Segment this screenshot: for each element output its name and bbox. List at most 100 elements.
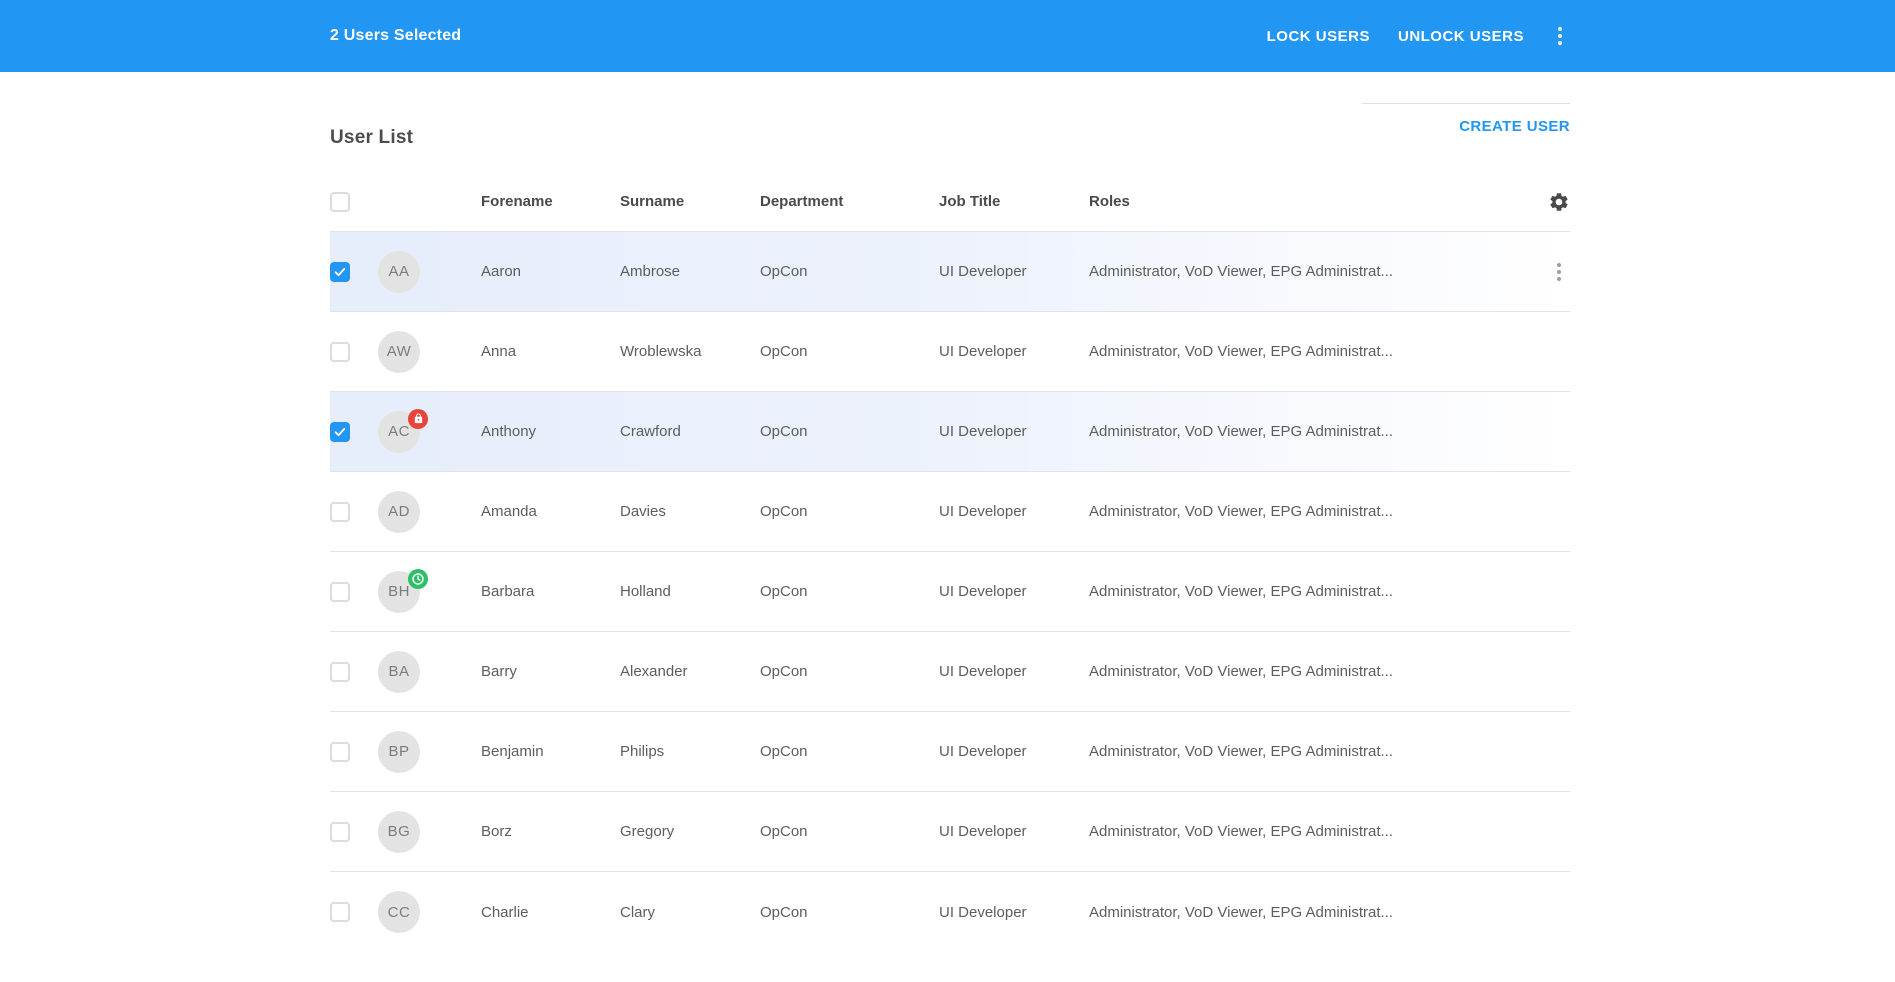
cell-roles: Administrator, VoD Viewer, EPG Administr… — [1089, 743, 1548, 760]
search-input[interactable] — [1362, 78, 1570, 104]
avatar-initials: AA — [388, 263, 409, 280]
row-checkbox[interactable] — [330, 422, 350, 442]
table-row[interactable]: AC Anthony Crawford OpCon UI Developer A… — [330, 392, 1570, 472]
select-all-checkbox[interactable] — [330, 192, 350, 212]
row-checkbox[interactable] — [330, 582, 350, 602]
cell-roles: Administrator, VoD Viewer, EPG Administr… — [1089, 823, 1548, 840]
clock-badge-icon — [408, 569, 428, 589]
cell-department: OpCon — [760, 423, 939, 440]
table-row[interactable]: CC Charlie Clary OpCon UI Developer Admi… — [330, 872, 1570, 952]
cell-surname: Davies — [620, 503, 760, 520]
row-checkbox[interactable] — [330, 262, 350, 282]
avatar-initials: AW — [387, 343, 412, 360]
column-header-forename: Forename — [481, 193, 620, 210]
table-row[interactable]: BH Barbara Holland OpCon UI Developer Ad… — [330, 552, 1570, 632]
avatar: CC — [378, 891, 420, 933]
cell-forename: Amanda — [481, 503, 620, 520]
cell-roles: Administrator, VoD Viewer, EPG Administr… — [1089, 904, 1548, 921]
cell-forename: Borz — [481, 823, 620, 840]
table-row[interactable]: BA Barry Alexander OpCon UI Developer Ad… — [330, 632, 1570, 712]
row-checkbox[interactable] — [330, 902, 350, 922]
cell-job-title: UI Developer — [939, 743, 1089, 760]
column-header-surname: Surname — [620, 193, 760, 210]
row-checkbox[interactable] — [330, 742, 350, 762]
cell-forename: Anna — [481, 343, 620, 360]
user-table: Forename Surname Department Job Title Ro… — [330, 172, 1570, 952]
cell-surname: Holland — [620, 583, 760, 600]
cell-job-title: UI Developer — [939, 583, 1089, 600]
avatar: BG — [378, 811, 420, 853]
locked-badge-icon — [408, 409, 428, 429]
user-table-body: AA Aaron Ambrose OpCon UI Developer Admi… — [330, 232, 1570, 952]
cell-department: OpCon — [760, 823, 939, 840]
cell-roles: Administrator, VoD Viewer, EPG Administr… — [1089, 503, 1548, 520]
cell-department: OpCon — [760, 743, 939, 760]
row-checkbox[interactable] — [330, 822, 350, 842]
column-header-roles: Roles — [1089, 193, 1548, 210]
cell-forename: Barbara — [481, 583, 620, 600]
avatar: BH — [378, 571, 420, 613]
row-actions-icon[interactable] — [1548, 258, 1570, 286]
unlock-users-button[interactable]: UNLOCK USERS — [1398, 20, 1524, 53]
avatar: BP — [378, 731, 420, 773]
avatar-initials: BG — [388, 823, 411, 840]
table-row[interactable]: BP Benjamin Philips OpCon UI Developer A… — [330, 712, 1570, 792]
cell-department: OpCon — [760, 583, 939, 600]
avatar-initials: AC — [388, 423, 410, 440]
table-row[interactable]: AA Aaron Ambrose OpCon UI Developer Admi… — [330, 232, 1570, 312]
gear-icon — [1548, 191, 1570, 213]
avatar-initials: BP — [388, 743, 409, 760]
cell-job-title: UI Developer — [939, 823, 1089, 840]
cell-roles: Administrator, VoD Viewer, EPG Administr… — [1089, 583, 1548, 600]
cell-surname: Alexander — [620, 663, 760, 680]
row-checkbox[interactable] — [330, 662, 350, 682]
avatar: AA — [378, 251, 420, 293]
cell-forename: Anthony — [481, 423, 620, 440]
selection-action-bar: 2 Users Selected LOCK USERS UNLOCK USERS — [0, 0, 1895, 72]
cell-roles: Administrator, VoD Viewer, EPG Administr… — [1089, 263, 1548, 280]
avatar: BA — [378, 651, 420, 693]
avatar-initials: BA — [388, 663, 409, 680]
cell-surname: Ambrose — [620, 263, 760, 280]
cell-job-title: UI Developer — [939, 503, 1089, 520]
table-row[interactable]: AW Anna Wroblewska OpCon UI Developer Ad… — [330, 312, 1570, 392]
cell-roles: Administrator, VoD Viewer, EPG Administr… — [1089, 423, 1548, 440]
cell-roles: Administrator, VoD Viewer, EPG Administr… — [1089, 343, 1548, 360]
lock-users-button[interactable]: LOCK USERS — [1267, 20, 1370, 53]
cell-surname: Clary — [620, 904, 760, 921]
table-settings-button[interactable] — [1548, 191, 1570, 213]
cell-forename: Benjamin — [481, 743, 620, 760]
page-title: User List — [330, 127, 413, 149]
cell-job-title: UI Developer — [939, 423, 1089, 440]
selection-count-label: 2 Users Selected — [330, 27, 461, 45]
cell-job-title: UI Developer — [939, 904, 1089, 921]
more-actions-icon[interactable] — [1550, 22, 1570, 50]
cell-forename: Barry — [481, 663, 620, 680]
cell-forename: Charlie — [481, 904, 620, 921]
cell-job-title: UI Developer — [939, 663, 1089, 680]
cell-job-title: UI Developer — [939, 343, 1089, 360]
avatar: AW — [378, 331, 420, 373]
cell-surname: Gregory — [620, 823, 760, 840]
avatar-initials: CC — [388, 904, 411, 921]
cell-surname: Crawford — [620, 423, 760, 440]
cell-department: OpCon — [760, 263, 939, 280]
cell-job-title: UI Developer — [939, 263, 1089, 280]
cell-surname: Philips — [620, 743, 760, 760]
column-header-job-title: Job Title — [939, 193, 1089, 210]
cell-department: OpCon — [760, 343, 939, 360]
column-header-department: Department — [760, 193, 939, 210]
create-user-button[interactable]: CREATE USER — [1459, 118, 1570, 135]
cell-surname: Wroblewska — [620, 343, 760, 360]
cell-roles: Administrator, VoD Viewer, EPG Administr… — [1089, 663, 1548, 680]
row-checkbox[interactable] — [330, 342, 350, 362]
row-checkbox[interactable] — [330, 502, 350, 522]
user-table-header: Forename Surname Department Job Title Ro… — [330, 172, 1570, 232]
table-row[interactable]: BG Borz Gregory OpCon UI Developer Admin… — [330, 792, 1570, 872]
avatar: AD — [378, 491, 420, 533]
table-row[interactable]: AD Amanda Davies OpCon UI Developer Admi… — [330, 472, 1570, 552]
avatar-initials: BH — [388, 583, 410, 600]
cell-forename: Aaron — [481, 263, 620, 280]
cell-department: OpCon — [760, 663, 939, 680]
cell-department: OpCon — [760, 904, 939, 921]
